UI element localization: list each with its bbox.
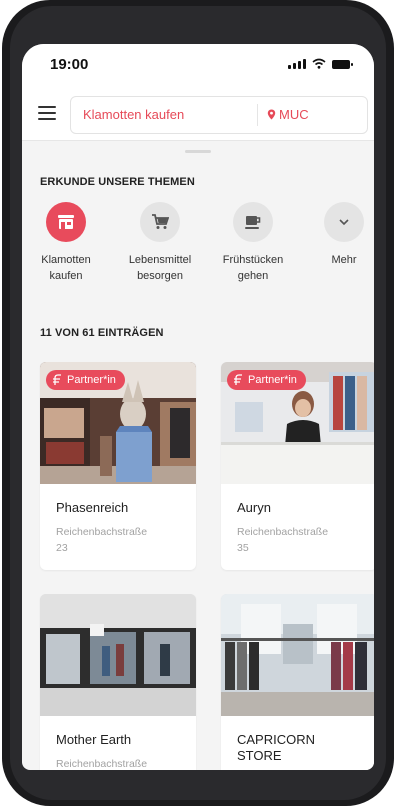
store-name: CAPRICORN STORE: [237, 732, 316, 763]
partner-logo-icon: [53, 374, 61, 385]
store-address: Reichenbachstraße: [56, 758, 148, 770]
store-address: Reichenbachstraße 23: [56, 526, 148, 554]
store-photo: [40, 594, 196, 716]
theme-label: Frühstücken gehen: [222, 254, 284, 282]
theme-clothing[interactable]: Klamotten kaufen: [22, 202, 111, 284]
store-photo: Partner*in: [40, 362, 196, 484]
theme-more[interactable]: Mehr: [299, 202, 374, 268]
store-photo: [221, 594, 374, 716]
partner-badge: Partner*in: [46, 370, 125, 390]
store-card-capricorn[interactable]: CAPRICORN STORE: [221, 594, 374, 770]
partner-logo-icon: [234, 374, 242, 385]
partner-badge: Partner*in: [227, 370, 306, 390]
theme-label: Klamotten kaufen: [41, 254, 91, 282]
app-header: Klamotten kaufen MUC: [22, 88, 374, 141]
location-label: MUC: [279, 107, 309, 122]
theme-groceries[interactable]: Lebensmittel besorgen: [115, 202, 205, 284]
theme-label: Lebensmittel besorgen: [128, 254, 192, 282]
store-icon: [46, 202, 86, 242]
store-name: Phasenreich: [56, 500, 129, 515]
wifi-icon: [312, 58, 326, 69]
store-card-phasenreich[interactable]: Partner*in Phasenreich Reichenbachstraße…: [40, 362, 196, 570]
theme-breakfast[interactable]: Frühstücken gehen: [208, 202, 298, 284]
battery-icon: [332, 60, 353, 69]
store-photo: Partner*in: [221, 362, 374, 484]
store-card-auryn[interactable]: Partner*in Auryn Reichenbachstraße 35: [221, 362, 374, 570]
store-address: Reichenbachstraße 35: [237, 526, 329, 554]
search-field[interactable]: Klamotten kaufen MUC: [70, 96, 368, 134]
themes-row: Klamotten kaufen Lebensmittel besorgen F…: [22, 202, 374, 312]
app-screen: 19:00 Klamotten kaufen MUC ERKUNDE UNSER…: [22, 44, 374, 770]
search-query[interactable]: Klamotten kaufen: [83, 107, 184, 122]
cellular-signal-icon: [288, 59, 306, 69]
status-icons: [288, 58, 353, 69]
results-count: 11 VON 61 EINTRÄGEN: [40, 327, 164, 339]
menu-icon[interactable]: [38, 106, 56, 120]
store-card-mother-earth[interactable]: Mother Earth Reichenbachstraße: [40, 594, 196, 770]
status-time: 19:00: [50, 56, 89, 73]
location-selector[interactable]: MUC: [267, 107, 309, 122]
themes-heading: ERKUNDE UNSERE THEMEN: [40, 176, 195, 188]
status-bar: 19:00: [22, 44, 374, 88]
location-pin-icon: [267, 109, 276, 120]
coffee-cup-icon: [233, 202, 273, 242]
store-name: Auryn: [237, 500, 271, 515]
store-name: Mother Earth: [56, 732, 132, 747]
cart-icon: [140, 202, 180, 242]
sheet-drag-handle[interactable]: [185, 150, 211, 153]
theme-label: Mehr: [331, 254, 357, 266]
chevron-down-icon: [324, 202, 364, 242]
search-divider: [257, 104, 258, 126]
